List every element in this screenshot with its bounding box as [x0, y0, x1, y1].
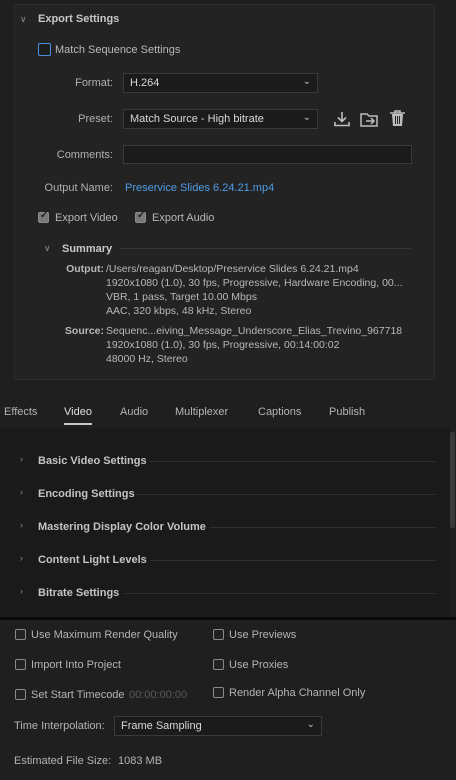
summary-divider — [120, 248, 411, 249]
format-label: Format: — [75, 77, 113, 89]
chevron-right-icon: › — [20, 487, 23, 497]
summary-output-details: /Users/reagan/Desktop/Preservice Slides … — [106, 262, 416, 318]
import-into-project-label[interactable]: Import Into Project — [31, 659, 121, 671]
section-title: Basic Video Settings — [38, 455, 147, 467]
summary-output-line: VBR, 1 pass, Target 10.00 Mbps — [106, 291, 257, 303]
summary-output-line: AAC, 320 kbps, 48 kHz, Stereo — [106, 305, 252, 317]
match-sequence-checkbox[interactable] — [38, 43, 51, 56]
max-render-quality-checkbox[interactable] — [15, 629, 26, 640]
chevron-right-icon: › — [20, 553, 23, 563]
comments-value — [124, 146, 128, 158]
summary-source-line: 48000 Hz, Stereo — [106, 353, 188, 365]
match-sequence-label[interactable]: Match Sequence Settings — [55, 44, 180, 56]
export-video-label[interactable]: Export Video — [55, 212, 118, 224]
summary-source-line: Sequenc...eiving_Message_Underscore_Elia… — [106, 325, 403, 337]
section-divider — [150, 560, 436, 561]
format-value: H.264 — [130, 77, 160, 89]
download-icon[interactable] — [333, 110, 351, 128]
section-divider — [210, 527, 436, 528]
section-title: Content Light Levels — [38, 554, 147, 566]
summary-output-line: /Users/reagan/Desktop/Preservice Slides … — [106, 263, 359, 275]
chevron-right-icon: › — [20, 586, 23, 596]
scrollbar-thumb[interactable] — [450, 432, 455, 528]
tab-captions[interactable]: Captions — [258, 406, 301, 418]
section-divider — [150, 461, 436, 462]
section-divider — [124, 593, 436, 594]
section-encoding-settings[interactable]: › Encoding Settings — [0, 484, 440, 506]
section-mastering-display[interactable]: › Mastering Display Color Volume — [0, 517, 440, 539]
set-start-timecode-checkbox[interactable] — [15, 689, 26, 700]
preset-dropdown[interactable]: Match Source - High bitrate ⌄ — [123, 109, 318, 129]
tab-publish[interactable]: Publish — [329, 406, 365, 418]
comments-field[interactable] — [123, 145, 412, 164]
tab-effects[interactable]: Effects — [4, 406, 37, 418]
import-into-project-checkbox[interactable] — [15, 659, 26, 670]
set-start-timecode-label[interactable]: Set Start Timecode — [31, 689, 125, 701]
time-interpolation-value: Frame Sampling — [121, 720, 202, 732]
tab-audio[interactable]: Audio — [120, 406, 148, 418]
time-interpolation-dropdown[interactable]: Frame Sampling ⌄ — [114, 716, 322, 736]
comments-label: Comments: — [56, 149, 113, 161]
section-divider — [136, 494, 436, 495]
summary-collapse-icon[interactable]: ∨ — [44, 243, 51, 254]
output-name-label: Output Name: — [44, 182, 113, 194]
summary-source-details: Sequenc...eiving_Message_Underscore_Elia… — [106, 324, 416, 366]
tab-video[interactable]: Video — [64, 406, 92, 418]
export-settings-collapse-icon[interactable]: ∨ — [20, 14, 27, 25]
chevron-down-icon: ⌄ — [302, 76, 311, 87]
section-basic-video-settings[interactable]: › Basic Video Settings — [0, 451, 440, 473]
use-previews-checkbox[interactable] — [213, 629, 224, 640]
section-content-light-levels[interactable]: › Content Light Levels — [0, 550, 440, 572]
folder-import-icon[interactable] — [360, 110, 380, 128]
export-audio-label[interactable]: Export Audio — [152, 212, 214, 224]
summary-output-label: Output: — [66, 263, 104, 275]
output-name-link[interactable]: Preservice Slides 6.24.21.mp4 — [125, 182, 274, 194]
chevron-down-icon: ⌄ — [302, 112, 311, 123]
summary-source-label: Source: — [64, 325, 104, 337]
tab-multiplexer[interactable]: Multiplexer — [175, 406, 228, 418]
format-dropdown[interactable]: H.264 ⌄ — [123, 73, 318, 93]
estimated-file-size-label: Estimated File Size: — [14, 755, 112, 767]
summary-output-line: 1920x1080 (1.0), 30 fps, Progressive, Ha… — [106, 277, 403, 289]
active-tab-indicator — [64, 423, 92, 425]
use-proxies-label[interactable]: Use Proxies — [229, 659, 288, 671]
export-audio-checkbox[interactable] — [135, 210, 146, 223]
render-alpha-checkbox[interactable] — [213, 687, 224, 698]
render-alpha-label[interactable]: Render Alpha Channel Only — [229, 687, 365, 699]
chevron-right-icon: › — [20, 454, 23, 464]
use-proxies-checkbox[interactable] — [213, 659, 224, 670]
trash-icon[interactable] — [389, 109, 406, 128]
summary-title[interactable]: Summary — [62, 243, 112, 255]
preset-label: Preset: — [78, 113, 113, 125]
panel-divider[interactable] — [0, 617, 456, 620]
chevron-down-icon: ⌄ — [306, 719, 315, 730]
section-bitrate-settings[interactable]: › Bitrate Settings — [0, 583, 440, 605]
section-title: Mastering Display Color Volume — [38, 521, 206, 533]
time-interpolation-label: Time Interpolation: — [14, 720, 105, 732]
summary-source-line: 1920x1080 (1.0), 30 fps, Progressive, 00… — [106, 339, 340, 351]
section-title: Encoding Settings — [38, 488, 135, 500]
start-timecode-field[interactable]: 00:00:00:00 — [129, 689, 187, 701]
chevron-right-icon: › — [20, 520, 23, 530]
estimated-file-size-value: 1083 MB — [118, 755, 163, 767]
export-video-checkbox[interactable] — [38, 210, 49, 223]
max-render-quality-label[interactable]: Use Maximum Render Quality — [31, 629, 178, 641]
use-previews-label[interactable]: Use Previews — [229, 629, 296, 641]
preset-value: Match Source - High bitrate — [130, 113, 264, 125]
section-title: Bitrate Settings — [38, 587, 120, 599]
export-settings-title[interactable]: Export Settings — [38, 13, 119, 25]
